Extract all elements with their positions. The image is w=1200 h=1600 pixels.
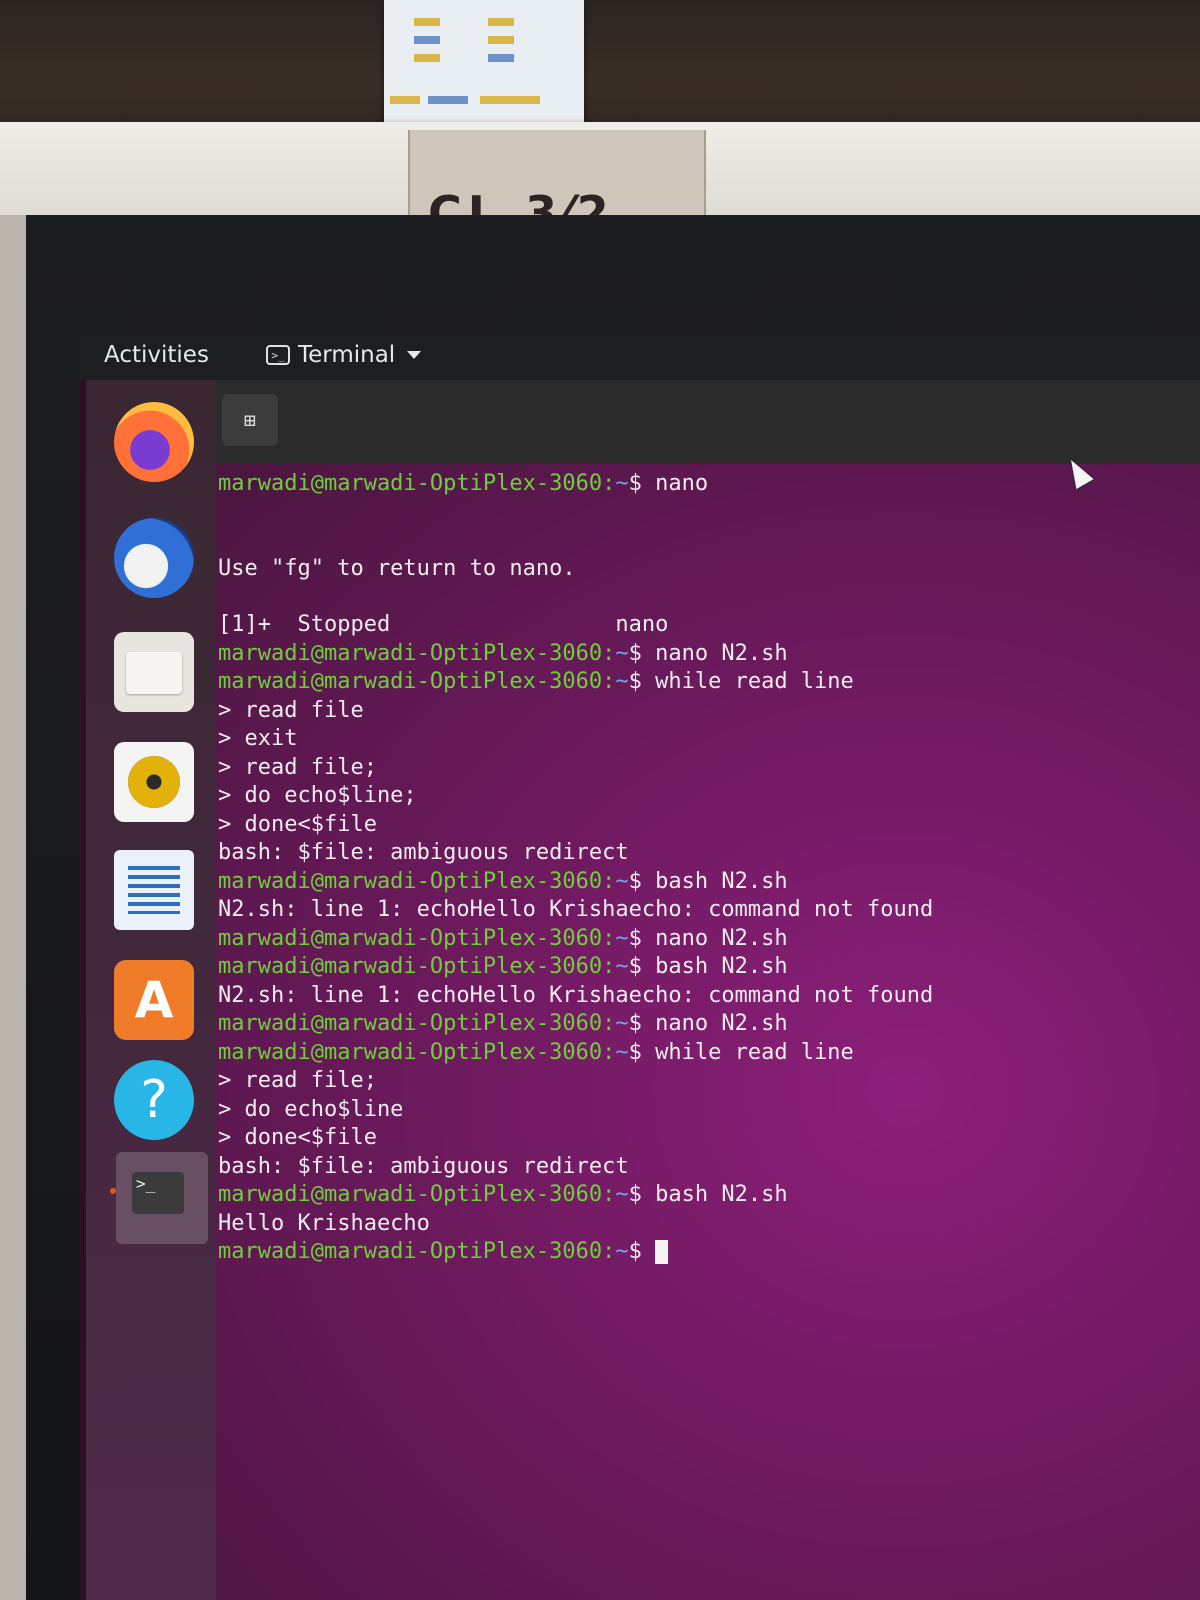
terminal-line: N2.sh: line 1: echoHello Krishaecho: com… [218, 897, 934, 922]
wall-paper-sheet [384, 0, 584, 128]
terminal-line: marwadi@marwadi-OptiPlex-3060:~$ [218, 1238, 1200, 1267]
terminal-line: marwadi@marwadi-OptiPlex-3060:~$ nano N2… [218, 925, 788, 951]
terminal-line: marwadi@marwadi-OptiPlex-3060:~$ while r… [218, 669, 854, 694]
terminal-line: > read file; [218, 1068, 377, 1093]
terminal-line: marwadi@marwadi-OptiPlex-3060:~$ bash N2… [218, 954, 788, 979]
text-cursor [655, 1240, 669, 1264]
app-menu[interactable]: >_ Terminal [266, 342, 422, 368]
screen: Activities >_ Terminal A ? ⊞ marwadi@mar… [80, 330, 1200, 1600]
desk-label-plate: CL 3⁄2 [408, 130, 706, 240]
ubuntu-software-icon[interactable]: A [114, 960, 194, 1040]
side-surface [0, 215, 26, 1600]
terminal-headerbar: ⊞ [216, 380, 1200, 464]
new-tab-button[interactable]: ⊞ [222, 394, 278, 446]
activities-button[interactable]: Activities [104, 342, 209, 368]
terminal-line: Use "fg" to return to nano. [218, 555, 576, 581]
rhythmbox-icon[interactable] [114, 742, 194, 822]
terminal-line: marwadi@marwadi-OptiPlex-3060:~$ nano [218, 471, 709, 496]
app-menu-label: Terminal [298, 342, 396, 368]
terminal-line: bash: $file: ambiguous redirect [218, 840, 629, 865]
terminal-line: marwadi@marwadi-OptiPlex-3060:~$ bash N2… [218, 868, 788, 894]
background-wall [0, 0, 1200, 140]
libreoffice-writer-icon[interactable] [114, 850, 194, 930]
terminal-small-icon: >_ [266, 345, 290, 365]
thunderbird-icon[interactable] [114, 518, 194, 598]
terminal-line: N2.sh: line 1: echoHello Krishaecho: com… [218, 982, 934, 1008]
terminal-line: > done<$file [218, 811, 377, 837]
terminal-line: > read file [218, 697, 364, 723]
help-icon[interactable]: ? [114, 1060, 194, 1140]
terminal-line: marwadi@marwadi-OptiPlex-3060:~$ nano N2… [218, 1011, 788, 1036]
terminal-line: > exit [218, 726, 298, 751]
terminal-output[interactable]: marwadi@marwadi-OptiPlex-3060:~$ nano Us… [216, 464, 1200, 1600]
terminal-line: > do echo$line; [218, 783, 417, 808]
terminal-line: > do echo$line [218, 1096, 404, 1122]
terminal-line: marwadi@marwadi-OptiPlex-3060:~$ bash N2… [218, 1182, 788, 1207]
terminal-line: > read file; [218, 754, 377, 780]
terminal-line: Hello Krishaecho [218, 1210, 430, 1236]
files-icon[interactable] [114, 632, 194, 712]
top-bar: Activities >_ Terminal [80, 330, 1200, 380]
terminal-icon[interactable] [110, 1152, 208, 1244]
terminal-line: [1]+ Stopped nano [218, 612, 669, 637]
terminal-line: > done<$file [218, 1125, 377, 1150]
running-indicator [110, 1188, 116, 1194]
terminal-line: bash: $file: ambiguous redirect [218, 1153, 629, 1179]
chevron-down-icon [407, 351, 422, 359]
firefox-icon[interactable] [114, 402, 194, 482]
terminal-line: marwadi@marwadi-OptiPlex-3060:~$ nano N2… [218, 640, 788, 666]
terminal-line: marwadi@marwadi-OptiPlex-3060:~$ while r… [218, 1039, 854, 1065]
dock: A ? [86, 380, 216, 1600]
